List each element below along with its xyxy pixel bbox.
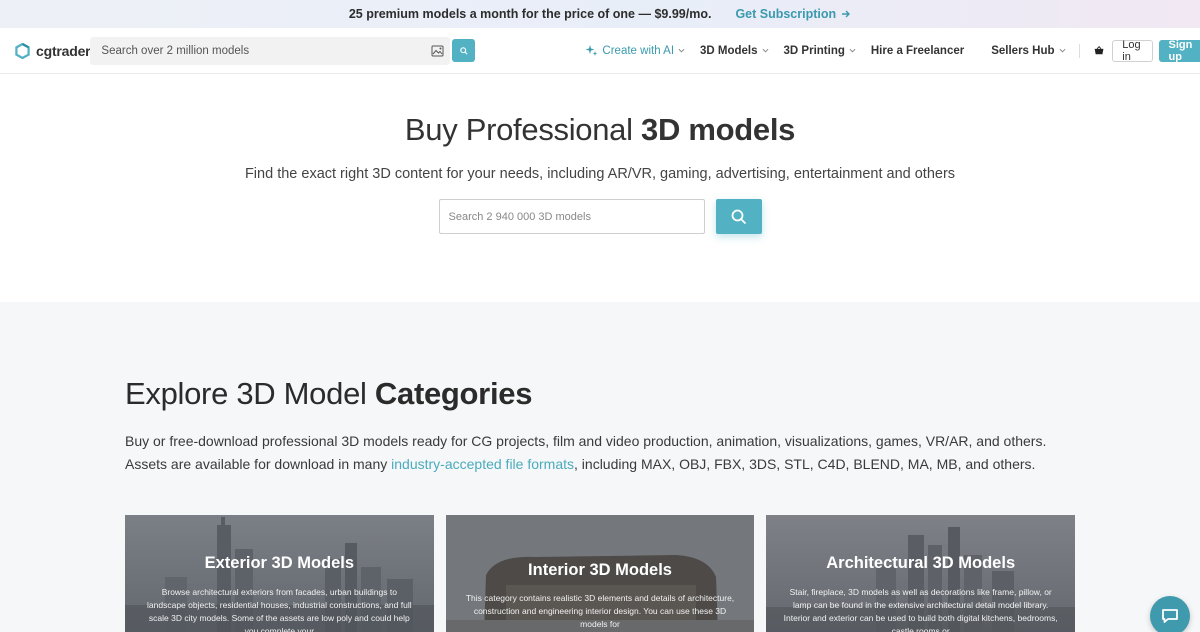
category-card-architectural[interactable]: Architectural 3D Models Stair, fireplace…: [766, 515, 1076, 632]
nav-sellers-hub[interactable]: Sellers Hub: [991, 45, 1065, 57]
explore-title: Explore 3D Model Categories: [125, 376, 533, 411]
logo-text: cgtrader: [36, 42, 91, 59]
category-cards: Exterior 3D Models Browse architectural …: [125, 515, 1076, 632]
explore-description: Buy or free-download professional 3D mod…: [125, 433, 1047, 472]
nav-hire-freelancer[interactable]: Hire a Freelancer: [871, 45, 964, 57]
header-search: [90, 36, 476, 65]
cgtrader-logo-icon: [15, 42, 30, 59]
category-card-interior[interactable]: Interior 3D Models This category contain…: [445, 515, 755, 632]
nav-sellers-hub-label: Sellers Hub: [991, 44, 1055, 57]
hero-search-button[interactable]: [715, 199, 762, 234]
nav-3d-models-label: 3D Models: [700, 44, 758, 57]
chevron-down-icon: [678, 48, 685, 53]
hero-subtitle: Find the exact right 3D content for your…: [244, 166, 956, 182]
category-card-exterior[interactable]: Exterior 3D Models Browse architectural …: [125, 515, 434, 632]
header-search-button[interactable]: [452, 39, 476, 62]
get-subscription-link[interactable]: Get Subscription: [735, 7, 851, 21]
category-card-text: Browse architectural exteriors from faca…: [147, 587, 412, 632]
nav-3d-printing-label: 3D Printing: [783, 44, 845, 57]
category-card-title: Exterior 3D Models: [204, 554, 355, 572]
file-formats-link[interactable]: industry-accepted file formats: [391, 456, 574, 472]
nav-3d-printing[interactable]: 3D Printing: [784, 45, 856, 57]
hero-search-input[interactable]: [438, 199, 705, 234]
chat-button[interactable]: [1150, 596, 1190, 632]
header-search-input[interactable]: [90, 36, 451, 65]
image-search-icon[interactable]: [431, 44, 444, 57]
hero-section: Buy Professional 3D models Find the exac…: [0, 74, 1200, 302]
hero-title: Buy Professional 3D models: [404, 112, 796, 147]
promo-banner: 25 premium models a month for the price …: [0, 0, 1200, 28]
cart-icon[interactable]: [1094, 44, 1104, 57]
chevron-down-icon: [762, 48, 769, 53]
category-card-text: Stair, fireplace, 3D models as well as d…: [783, 587, 1058, 632]
signup-button[interactable]: Sign up: [1158, 39, 1200, 63]
category-card-title: Architectural 3D Models: [826, 554, 1016, 572]
search-icon: [731, 209, 746, 224]
nav-divider: [1078, 43, 1080, 58]
search-icon: [460, 46, 468, 55]
nav-hire-freelancer-label: Hire a Freelancer: [870, 44, 965, 57]
sparkle-icon: [585, 45, 598, 56]
category-card-text: This category contains realistic 3D elem…: [465, 593, 735, 629]
hero-search: [0, 199, 1200, 234]
arrow-right-icon: [842, 10, 851, 18]
nav-3d-models[interactable]: 3D Models: [700, 45, 769, 57]
logo[interactable]: cgtrader: [15, 42, 91, 59]
main-nav: Create with AI 3D Models 3D Printing Hir…: [585, 39, 1200, 63]
chevron-down-icon: [1059, 48, 1065, 53]
explore-section: Explore 3D Model Categories Buy or free-…: [0, 302, 1200, 632]
site-header: cgtrader Create with AI 3D Models 3D Pri…: [0, 28, 1200, 74]
promo-text: 25 premium models a month for the price …: [348, 7, 712, 21]
category-card-title: Interior 3D Models: [528, 561, 672, 579]
nav-create-with-ai[interactable]: Create with AI: [585, 44, 685, 57]
chevron-down-icon: [849, 48, 856, 53]
chat-icon: [1162, 609, 1178, 623]
nav-create-with-ai-label: Create with AI: [602, 44, 675, 57]
get-subscription-label: Get Subscription: [735, 7, 837, 21]
login-button[interactable]: Log in: [1112, 39, 1153, 63]
